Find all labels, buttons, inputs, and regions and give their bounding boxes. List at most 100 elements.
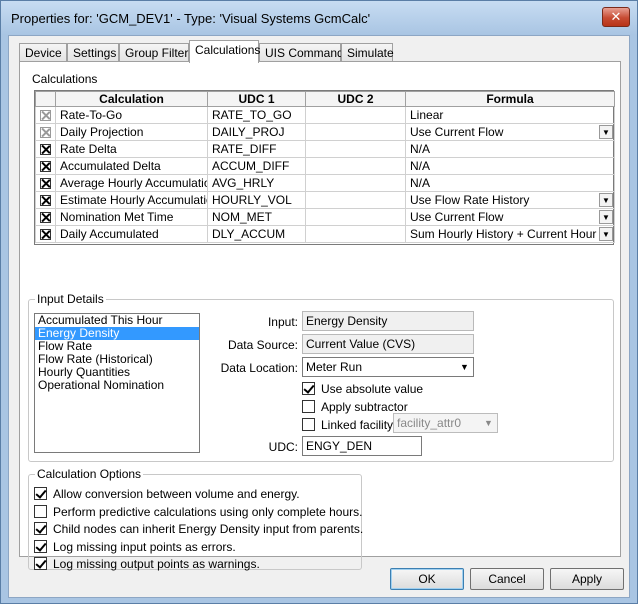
checkbox-icon[interactable] [34, 557, 47, 571]
option-checkbox[interactable]: Log missing input points as errors. [34, 539, 236, 554]
tab-settings[interactable]: Settings [67, 43, 119, 62]
row-check-cell[interactable] [35, 225, 56, 243]
udc1-cell[interactable]: RATE_TO_GO [207, 106, 306, 124]
formula-cell[interactable]: Use Current Flow ▼ [405, 123, 615, 141]
udc2-cell[interactable] [305, 191, 406, 209]
list-item[interactable]: Operational Nomination [35, 379, 199, 392]
row-check-cell[interactable] [35, 106, 56, 124]
checkbox-icon[interactable] [34, 505, 47, 519]
tab-group-filter[interactable]: Group Filter [119, 43, 189, 62]
chevron-down-icon[interactable]: ▼ [599, 193, 613, 207]
table-row[interactable]: Daily Projection DAILY_PROJ Use Current Fl… [35, 123, 615, 141]
calculation-cell[interactable]: Daily Projection [55, 123, 208, 141]
formula-cell[interactable]: Linear [405, 106, 615, 124]
udc1-cell[interactable]: AVG_HRLY [207, 174, 306, 192]
grid-header-udc1[interactable]: UDC 1 [207, 91, 306, 107]
row-check-cell[interactable] [35, 140, 56, 158]
udc2-cell[interactable] [305, 123, 406, 141]
calculations-grid[interactable]: Calculation UDC 1 UDC 2 Formula Rate-To-… [34, 90, 615, 245]
option-checkbox[interactable]: Child nodes can inherit Energy Density i… [34, 521, 363, 536]
grid-header-calculation[interactable]: Calculation [55, 91, 208, 107]
formula-cell[interactable]: Use Flow Rate History ▼ [405, 191, 615, 209]
formula-cell[interactable]: Use Current Flow ▼ [405, 208, 615, 226]
udc2-cell[interactable] [305, 225, 406, 243]
title-bar[interactable]: Properties for: 'GCM_DEV1' - Type: 'Visu… [1, 1, 637, 35]
use-absolute-checkbox[interactable]: Use absolute value [302, 381, 423, 396]
chevron-down-icon[interactable]: ▼ [599, 227, 613, 241]
udc2-cell[interactable] [305, 208, 406, 226]
apply-button[interactable]: Apply [550, 568, 624, 590]
ok-button[interactable]: OK [390, 568, 464, 590]
option-checkbox[interactable]: Perform predictive calculations using on… [34, 504, 362, 519]
udc1-cell[interactable]: HOURLY_VOL [207, 191, 306, 209]
row-check-cell[interactable] [35, 157, 56, 175]
chevron-down-icon[interactable]: ▼ [457, 359, 472, 375]
checkbox-icon[interactable] [302, 382, 315, 396]
calculation-cell[interactable]: Accumulated Delta [55, 157, 208, 175]
chevron-down-icon[interactable]: ▼ [599, 210, 613, 224]
calculation-cell[interactable]: Rate-To-Go [55, 106, 208, 124]
calculation-cell-text: Daily Accumulated [60, 227, 159, 241]
udc1-cell[interactable]: DAILY_PROJ [207, 123, 306, 141]
udc1-cell[interactable]: DLY_ACCUM [207, 225, 306, 243]
row-check-cell[interactable] [35, 191, 56, 209]
table-row[interactable]: Nomination Met Time NOM_MET Use Current Fl… [35, 208, 615, 226]
calculation-cell[interactable]: Nomination Met Time [55, 208, 208, 226]
table-row[interactable]: Rate-To-Go RATE_TO_GO Linear [35, 106, 615, 124]
row-checkbox-icon[interactable] [40, 195, 51, 207]
grid-header-formula[interactable]: Formula [405, 91, 615, 107]
close-button[interactable]: ✕ [602, 7, 630, 27]
udc1-cell[interactable]: RATE_DIFF [207, 140, 306, 158]
row-checkbox-icon[interactable] [40, 229, 51, 241]
table-row[interactable]: Average Hourly Accumulation AVG_HRLY N/A [35, 174, 615, 192]
formula-cell[interactable]: N/A [405, 140, 615, 158]
row-check-cell[interactable] [35, 174, 56, 192]
option-checkbox[interactable]: Allow conversion between volume and ener… [34, 486, 300, 501]
table-row[interactable]: Rate Delta RATE_DIFF N/A [35, 140, 615, 158]
checkbox-icon[interactable] [34, 522, 47, 536]
table-row[interactable]: Daily Accumulated DLY_ACCUM Sum Hourly His… [35, 225, 615, 243]
row-checkbox-icon[interactable] [40, 178, 51, 190]
udc-input[interactable]: ENGY_DEN [302, 436, 422, 456]
formula-cell[interactable]: N/A [405, 157, 615, 175]
udc1-cell[interactable]: ACCUM_DIFF [207, 157, 306, 175]
tab-device[interactable]: Device [19, 43, 67, 62]
grid-header-udc2[interactable]: UDC 2 [305, 91, 406, 107]
row-check-cell[interactable] [35, 208, 56, 226]
checkbox-icon[interactable] [302, 418, 315, 432]
formula-cell[interactable]: N/A [405, 174, 615, 192]
cancel-button[interactable]: Cancel [470, 568, 544, 590]
data-location-select[interactable]: Meter Run ▼ [302, 357, 474, 377]
row-checkbox-icon[interactable] [40, 144, 51, 156]
udc2-cell[interactable] [305, 106, 406, 124]
calculation-cell[interactable]: Average Hourly Accumulation [55, 174, 208, 192]
input-list[interactable]: Accumulated This Hour Energy Density Flow … [34, 313, 200, 453]
formula-cell[interactable]: Sum Hourly History + Current Hour ▼ [405, 225, 615, 243]
udc1-cell[interactable]: NOM_MET [207, 208, 306, 226]
checkbox-icon[interactable] [34, 540, 47, 554]
udc2-cell[interactable] [305, 174, 406, 192]
checkbox-icon[interactable] [34, 487, 47, 501]
tab-uis-commands[interactable]: UIS Commands [259, 43, 350, 62]
calculation-cell[interactable]: Rate Delta [55, 140, 208, 158]
udc2-cell[interactable] [305, 140, 406, 158]
data-location-value: Meter Run [306, 360, 363, 374]
chevron-down-icon[interactable]: ▼ [599, 125, 613, 139]
apply-subtractor-checkbox[interactable]: Apply subtractor [302, 399, 408, 414]
row-checkbox-icon[interactable] [40, 127, 51, 139]
tab-calculations[interactable]: Calculations [189, 40, 260, 63]
tab-simulate[interactable]: Simulate [341, 43, 394, 62]
linked-facility-checkbox[interactable]: Linked facility: [302, 417, 396, 432]
checkbox-icon[interactable] [302, 400, 315, 414]
calculation-cell[interactable]: Estimate Hourly Accumulation [55, 191, 208, 209]
row-check-cell[interactable] [35, 123, 56, 141]
row-checkbox-icon[interactable] [40, 212, 51, 224]
table-row[interactable]: Accumulated Delta ACCUM_DIFF N/A [35, 157, 615, 175]
row-checkbox-icon[interactable] [40, 161, 51, 173]
calculation-cell[interactable]: Daily Accumulated [55, 225, 208, 243]
row-checkbox-icon[interactable] [40, 110, 51, 122]
calculation-cell-text: Nomination Met Time [60, 210, 174, 224]
option-checkbox[interactable]: Log missing output points as warnings. [34, 556, 260, 571]
table-row[interactable]: Estimate Hourly Accumulation HOURLY_VOL Us… [35, 191, 615, 209]
udc2-cell[interactable] [305, 157, 406, 175]
